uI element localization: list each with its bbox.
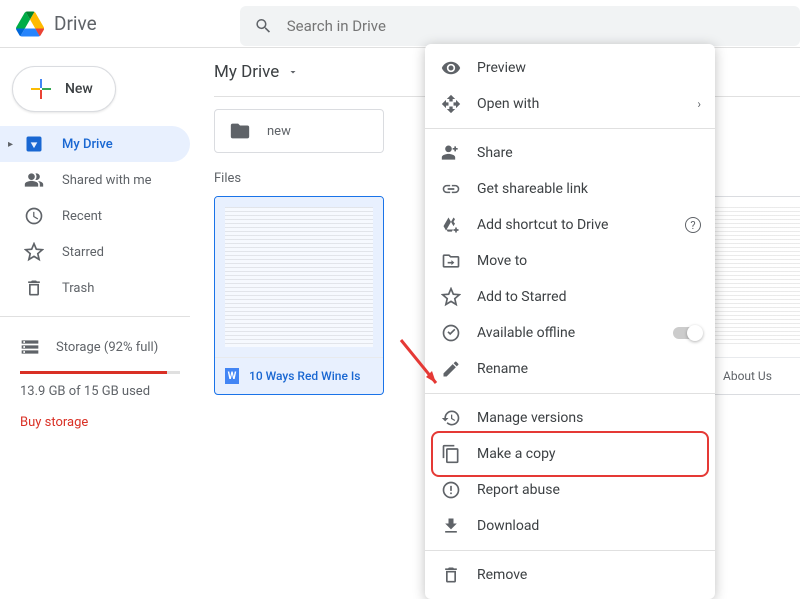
sidebar-item-label: Starred bbox=[62, 245, 104, 260]
sidebar-item-label: Recent bbox=[62, 209, 102, 224]
folder-item[interactable]: new bbox=[214, 109, 384, 153]
menu-rename[interactable]: Rename bbox=[425, 351, 715, 387]
menu-move-to[interactable]: Move to bbox=[425, 243, 715, 279]
context-menu: Preview Open with › Share Get shareable … bbox=[425, 44, 715, 599]
menu-available-offline[interactable]: Available offline bbox=[425, 315, 715, 351]
menu-download[interactable]: Download bbox=[425, 508, 715, 544]
eye-icon bbox=[441, 58, 461, 78]
buy-storage-link[interactable]: Buy storage bbox=[20, 415, 180, 430]
sidebar-item-label: Trash bbox=[62, 281, 94, 296]
help-icon[interactable]: ? bbox=[685, 217, 701, 233]
sidebar-item-label: My Drive bbox=[62, 137, 113, 152]
menu-report-abuse[interactable]: Report abuse bbox=[425, 472, 715, 508]
star-icon bbox=[24, 242, 44, 262]
new-button[interactable]: New bbox=[12, 66, 116, 112]
drive-logo-icon bbox=[16, 11, 44, 37]
add-shortcut-icon bbox=[441, 215, 461, 235]
menu-manage-versions[interactable]: Manage versions bbox=[425, 400, 715, 436]
dropdown-icon bbox=[287, 66, 299, 78]
offline-icon bbox=[441, 323, 461, 343]
menu-preview[interactable]: Preview bbox=[425, 50, 715, 86]
file-name: 10 Ways Red Wine Is bbox=[249, 369, 360, 383]
new-button-label: New bbox=[65, 81, 93, 97]
offline-toggle[interactable] bbox=[673, 327, 701, 339]
chevron-right-icon: › bbox=[697, 97, 701, 111]
menu-get-link[interactable]: Get shareable link bbox=[425, 171, 715, 207]
plus-icon bbox=[29, 77, 53, 101]
sidebar-item-label: Shared with me bbox=[62, 173, 152, 188]
link-icon bbox=[441, 179, 461, 199]
move-to-icon bbox=[441, 251, 461, 271]
star-icon bbox=[441, 287, 461, 307]
report-icon bbox=[441, 480, 461, 500]
menu-add-shortcut[interactable]: Add shortcut to Drive ? bbox=[425, 207, 715, 243]
app-title: Drive bbox=[54, 12, 97, 35]
word-doc-icon: W bbox=[225, 368, 239, 384]
recent-icon bbox=[24, 206, 44, 226]
trash-icon bbox=[24, 278, 44, 298]
sidebar-item-shared[interactable]: Shared with me bbox=[0, 162, 190, 198]
shared-icon bbox=[24, 170, 44, 190]
menu-make-copy[interactable]: Make a copy bbox=[425, 436, 715, 472]
menu-add-starred[interactable]: Add to Starred bbox=[425, 279, 715, 315]
file-preview bbox=[215, 197, 383, 357]
my-drive-icon bbox=[24, 134, 44, 154]
storage-icon bbox=[20, 337, 40, 357]
share-icon bbox=[441, 143, 461, 163]
search-input[interactable] bbox=[287, 17, 786, 35]
sidebar-item-starred[interactable]: Starred bbox=[0, 234, 190, 270]
sidebar-item-my-drive[interactable]: My Drive bbox=[0, 126, 190, 162]
search-icon bbox=[254, 16, 273, 36]
file-card[interactable]: W 10 Ways Red Wine Is bbox=[214, 196, 384, 395]
sidebar-item-recent[interactable]: Recent bbox=[0, 198, 190, 234]
rename-icon bbox=[441, 359, 461, 379]
storage-label[interactable]: Storage (92% full) bbox=[20, 337, 180, 357]
sidebar-item-trash[interactable]: Trash bbox=[0, 270, 190, 306]
open-with-icon bbox=[441, 94, 461, 114]
storage-used: 13.9 GB of 15 GB used bbox=[20, 384, 180, 399]
file-name: About Us bbox=[723, 369, 772, 383]
search-bar[interactable] bbox=[240, 6, 800, 46]
storage-bar bbox=[20, 371, 180, 374]
drive-logo[interactable]: Drive bbox=[0, 11, 240, 37]
versions-icon bbox=[441, 408, 461, 428]
menu-share[interactable]: Share bbox=[425, 135, 715, 171]
download-icon bbox=[441, 516, 461, 536]
folder-name: new bbox=[267, 124, 291, 139]
trash-icon bbox=[441, 565, 461, 585]
copy-icon bbox=[441, 444, 461, 464]
menu-open-with[interactable]: Open with › bbox=[425, 86, 715, 122]
folder-icon bbox=[229, 120, 251, 142]
menu-remove[interactable]: Remove bbox=[425, 557, 715, 593]
annotation-highlight bbox=[431, 431, 709, 477]
